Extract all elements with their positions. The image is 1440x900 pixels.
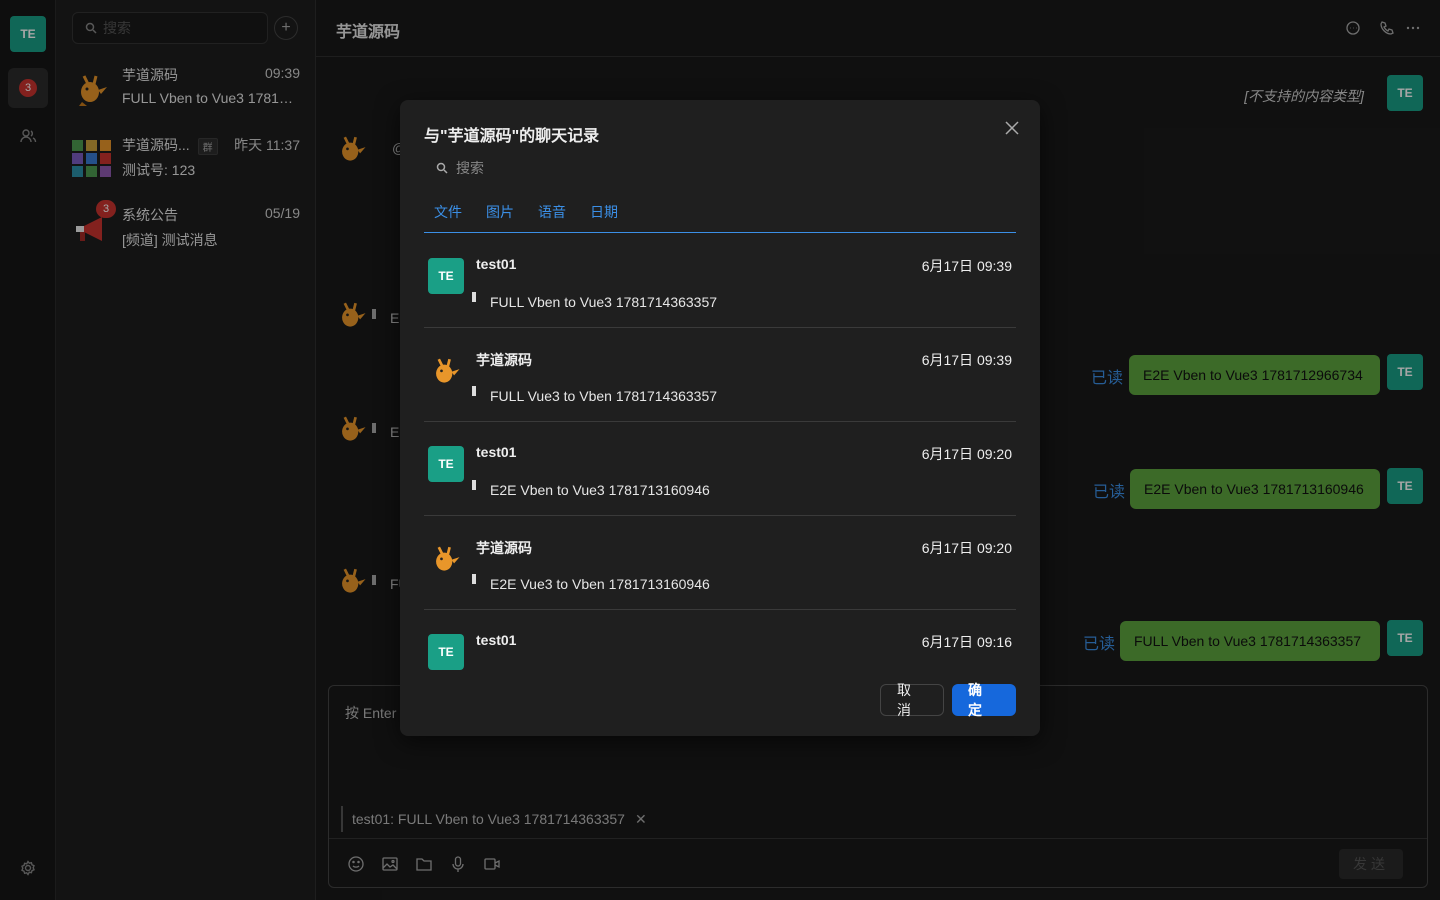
quote-marker (472, 480, 476, 490)
record-sender: 芋道源码 (476, 352, 532, 368)
quote-marker (472, 386, 476, 396)
close-icon[interactable] (1004, 120, 1020, 136)
record-time: 6月17日 09:39 (921, 352, 1012, 368)
modal-footer: 取消 确定 (880, 682, 1016, 718)
history-record[interactable]: 芋道源码 6月17日 09:39 FULL Vue3 to Vben 17817… (424, 328, 1016, 422)
record-text: E2E Vben to Vue3 1781713160946 (490, 482, 710, 498)
tab-images[interactable]: 图片 (486, 202, 514, 222)
tab-voice[interactable]: 语音 (538, 202, 566, 222)
chat-history-modal: 与"芋道源码"的聊天记录 搜索 文件 图片 语音 日期 TE test01 6月… (400, 100, 1040, 736)
record-sender: test01 (476, 256, 517, 272)
history-record[interactable]: 芋道源码 6月17日 09:20 E2E Vue3 to Vben 178171… (424, 516, 1016, 610)
history-search-input[interactable]: 搜索 (424, 156, 1016, 180)
history-record[interactable]: TE test01 6月17日 09:20 E2E Vben to Vue3 1… (424, 422, 1016, 516)
tab-date[interactable]: 日期 (590, 202, 618, 222)
app-window: TE 3 搜索 + 芋道源码 09:39 FULL Vben to Vue3 1… (0, 0, 1440, 900)
record-time: 6月17日 09:20 (921, 446, 1012, 462)
record-time: 6月17日 09:16 (921, 634, 1012, 650)
record-text: FULL Vue3 to Vben 1781714363357 (490, 388, 718, 404)
confirm-button[interactable]: 确定 (952, 682, 1016, 718)
history-tabs: 文件 图片 语音 日期 (424, 196, 1016, 233)
cancel-button[interactable]: 取消 (880, 682, 944, 718)
bot-avatar-icon (436, 546, 460, 571)
record-text: FULL Vben to Vue3 1781714363357 (490, 294, 718, 310)
history-search-placeholder: 搜索 (456, 160, 484, 176)
modal-title: 与"芋道源码"的聊天记录 (424, 128, 600, 145)
sender-avatar: TE (428, 446, 464, 482)
history-record[interactable]: TE test01 6月17日 09:16 (424, 610, 1016, 670)
quote-marker (472, 292, 476, 302)
record-sender: 芋道源码 (476, 540, 532, 556)
record-time: 6月17日 09:39 (921, 258, 1012, 274)
search-icon (436, 162, 448, 174)
record-text: E2E Vue3 to Vben 1781713160946 (490, 576, 710, 592)
record-sender: test01 (476, 632, 517, 648)
sender-avatar: TE (428, 258, 464, 294)
quote-marker (472, 574, 476, 584)
history-record[interactable]: TE test01 6月17日 09:39 FULL Vben to Vue3 … (424, 234, 1016, 328)
record-time: 6月17日 09:20 (921, 540, 1012, 556)
bot-avatar-icon (436, 358, 460, 383)
record-sender: test01 (476, 444, 517, 460)
sender-avatar: TE (428, 634, 464, 670)
tab-files[interactable]: 文件 (434, 202, 462, 222)
